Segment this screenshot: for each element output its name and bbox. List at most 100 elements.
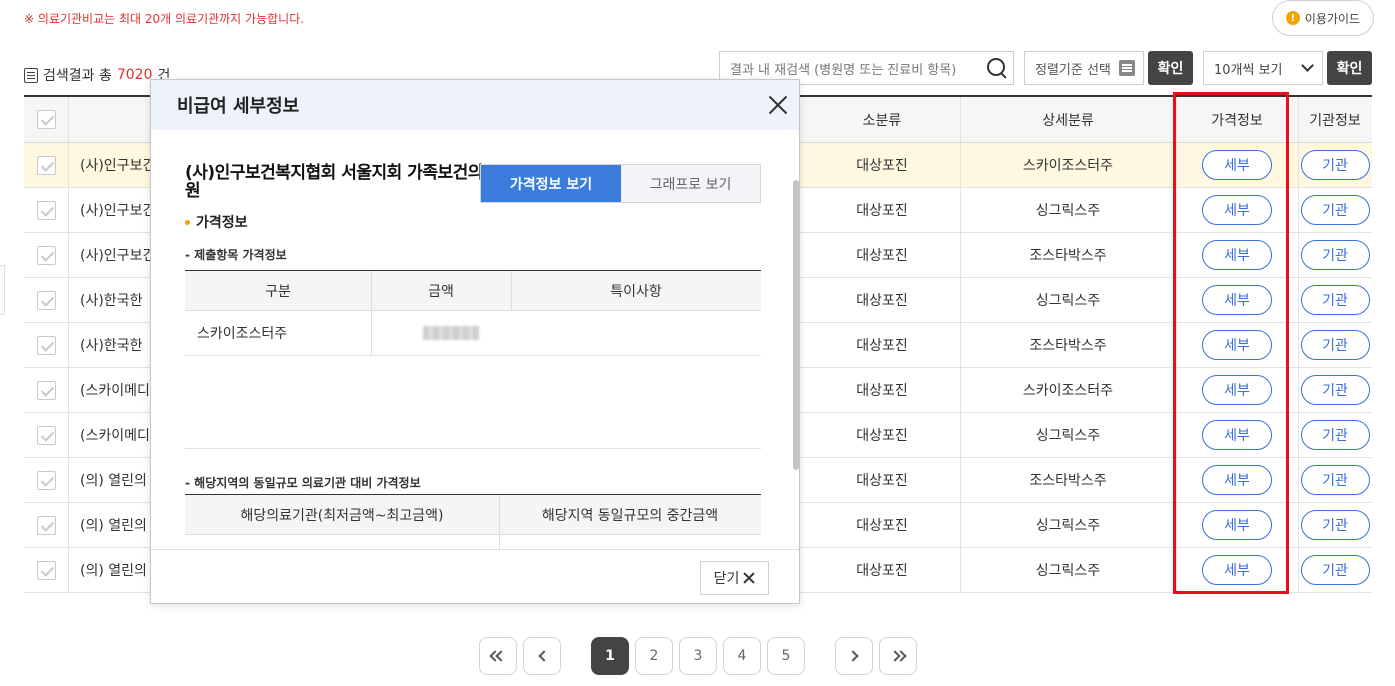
org-info-button[interactable]: 기관 xyxy=(1300,375,1370,405)
row-price-cell: 세부 xyxy=(1176,278,1298,322)
row-sub-category: 대상포진 xyxy=(856,518,908,534)
tab-graph-view[interactable]: 그래프로 보기 xyxy=(621,165,760,202)
table-row: 스카이조스터주 xyxy=(185,311,761,356)
row-check-cell xyxy=(24,188,68,232)
row-org-cell: 기관 xyxy=(1298,368,1372,412)
row-checkbox[interactable] xyxy=(36,425,56,445)
price-detail-button[interactable]: 세부 xyxy=(1202,375,1272,405)
row-check-cell xyxy=(24,143,68,187)
row-sub-category: 대상포진 xyxy=(856,203,908,219)
row-check-cell xyxy=(24,278,68,322)
row-detail-category: 스카이조스터주 xyxy=(1022,158,1114,174)
row-price-cell: 세부 xyxy=(1176,503,1298,547)
org-info-button[interactable]: 기관 xyxy=(1300,420,1370,450)
next-page-button[interactable] xyxy=(835,637,873,675)
tab-price-view[interactable]: 가격정보 보기 xyxy=(481,165,621,202)
close-button-label: 닫기 xyxy=(713,571,740,587)
close-button[interactable]: 닫기 xyxy=(700,561,769,595)
submitted-price-subtitle: - 제출항목 가격정보 xyxy=(185,248,287,262)
price-detail-button[interactable]: 세부 xyxy=(1202,465,1272,495)
page-button-2[interactable]: 2 xyxy=(635,637,673,675)
document-icon xyxy=(24,67,38,83)
table-header: 해당의료기관(최저금액~최고금액) 해당지역 동일규모의 중간금액 xyxy=(185,495,761,535)
row-check-cell xyxy=(24,503,68,547)
th-amount: 금액 xyxy=(428,283,454,300)
first-page-button[interactable] xyxy=(479,637,517,675)
row-checkbox[interactable] xyxy=(36,155,56,175)
user-guide-button[interactable]: ! 이용가이드 xyxy=(1272,0,1374,36)
row-sub-category: 대상포진 xyxy=(856,293,908,309)
row-check-cell xyxy=(24,323,68,367)
row-check-cell xyxy=(24,368,68,412)
org-info-button[interactable]: 기관 xyxy=(1300,285,1370,315)
row-detail-category: 싱그릭스주 xyxy=(1035,293,1101,309)
row-org-cell: 기관 xyxy=(1298,188,1372,232)
org-info-button[interactable]: 기관 xyxy=(1300,465,1370,495)
org-info-button[interactable]: 기관 xyxy=(1300,330,1370,360)
limit-notice: ※ 의료기관비교는 최대 20개 의료기관까지 가능합니다. xyxy=(24,12,305,26)
row-detail-category: 조스타박스주 xyxy=(1029,248,1107,264)
row-org-cell: 기관 xyxy=(1298,458,1372,502)
row-sub-category: 대상포진 xyxy=(856,248,908,264)
per-page-select[interactable]: 10개씩 보기 xyxy=(1203,51,1323,85)
chevron-down-icon xyxy=(1301,59,1314,72)
org-info-button[interactable]: 기관 xyxy=(1300,150,1370,180)
chevron-left-icon xyxy=(537,650,550,662)
row-checkbox[interactable] xyxy=(36,245,56,265)
row-sub-category: 대상포진 xyxy=(856,383,908,399)
org-info-button[interactable]: 기관 xyxy=(1300,510,1370,540)
sort-confirm-button[interactable]: 확인 xyxy=(1148,51,1193,85)
price-detail-button[interactable]: 세부 xyxy=(1202,285,1272,315)
row-amount-redacted xyxy=(371,311,511,355)
search-icon[interactable] xyxy=(979,51,1013,85)
page-button-5[interactable]: 5 xyxy=(767,637,805,675)
last-page-button[interactable] xyxy=(879,637,917,675)
price-detail-button[interactable]: 세부 xyxy=(1202,420,1272,450)
select-all-checkbox[interactable] xyxy=(36,110,56,129)
modal-scrollbar[interactable] xyxy=(793,180,799,470)
prev-page-button[interactable] xyxy=(523,637,561,675)
row-detail-category: 조스타박스주 xyxy=(1029,473,1107,489)
sort-select[interactable]: 정렬기준 선택 xyxy=(1024,51,1144,85)
row-checkbox[interactable] xyxy=(36,380,56,400)
row-checkbox[interactable] xyxy=(36,515,56,535)
row-detail-category: 싱그릭스주 xyxy=(1035,563,1101,579)
pagination: 12345 xyxy=(0,637,1395,675)
double-chevron-right-icon xyxy=(889,650,907,662)
price-detail-button[interactable]: 세부 xyxy=(1202,195,1272,225)
modal-footer: 닫기 xyxy=(151,549,799,603)
th-median: 해당지역 동일규모의 중간금액 xyxy=(541,507,719,524)
page-button-1[interactable]: 1 xyxy=(591,637,629,675)
close-icon xyxy=(743,572,755,584)
row-price-cell: 세부 xyxy=(1176,143,1298,187)
row-detail-category: 싱그릭스주 xyxy=(1035,428,1101,444)
close-icon[interactable] xyxy=(767,94,789,116)
row-org-cell: 기관 xyxy=(1298,143,1372,187)
row-checkbox[interactable] xyxy=(36,290,56,310)
price-detail-button[interactable]: 세부 xyxy=(1202,555,1272,585)
page-button-3[interactable]: 3 xyxy=(679,637,717,675)
page-button-4[interactable]: 4 xyxy=(723,637,761,675)
redacted-value xyxy=(423,326,479,340)
org-info-button[interactable]: 기관 xyxy=(1300,240,1370,270)
row-detail-category: 싱그릭스주 xyxy=(1035,518,1101,534)
detail-modal: 비급여 세부정보 (사)인구보건복지협회 서울지회 가족보건의원 가격정보 보기… xyxy=(150,79,800,604)
regional-price-subtitle: - 해당지역의 동일규모 의료기관 대비 가격정보 xyxy=(185,476,421,490)
price-detail-button[interactable]: 세부 xyxy=(1202,330,1272,360)
price-detail-button[interactable]: 세부 xyxy=(1202,150,1272,180)
row-check-cell xyxy=(24,233,68,277)
per-page-confirm-button[interactable]: 확인 xyxy=(1327,51,1372,85)
th-note: 특이사항 xyxy=(610,283,662,300)
price-detail-button[interactable]: 세부 xyxy=(1202,510,1272,540)
row-checkbox[interactable] xyxy=(36,200,56,220)
org-info-button[interactable]: 기관 xyxy=(1300,555,1370,585)
side-tab[interactable] xyxy=(0,265,5,315)
row-checkbox[interactable] xyxy=(36,335,56,355)
row-checkbox[interactable] xyxy=(36,470,56,490)
org-info-button[interactable]: 기관 xyxy=(1300,195,1370,225)
price-detail-button[interactable]: 세부 xyxy=(1202,240,1272,270)
per-page-value: 10개씩 보기 xyxy=(1214,62,1283,78)
regional-price-table: 해당의료기관(최저금액~최고금액) 해당지역 동일규모의 중간금액 xyxy=(185,494,761,549)
row-checkbox[interactable] xyxy=(36,560,56,580)
row-org-cell: 기관 xyxy=(1298,548,1372,592)
